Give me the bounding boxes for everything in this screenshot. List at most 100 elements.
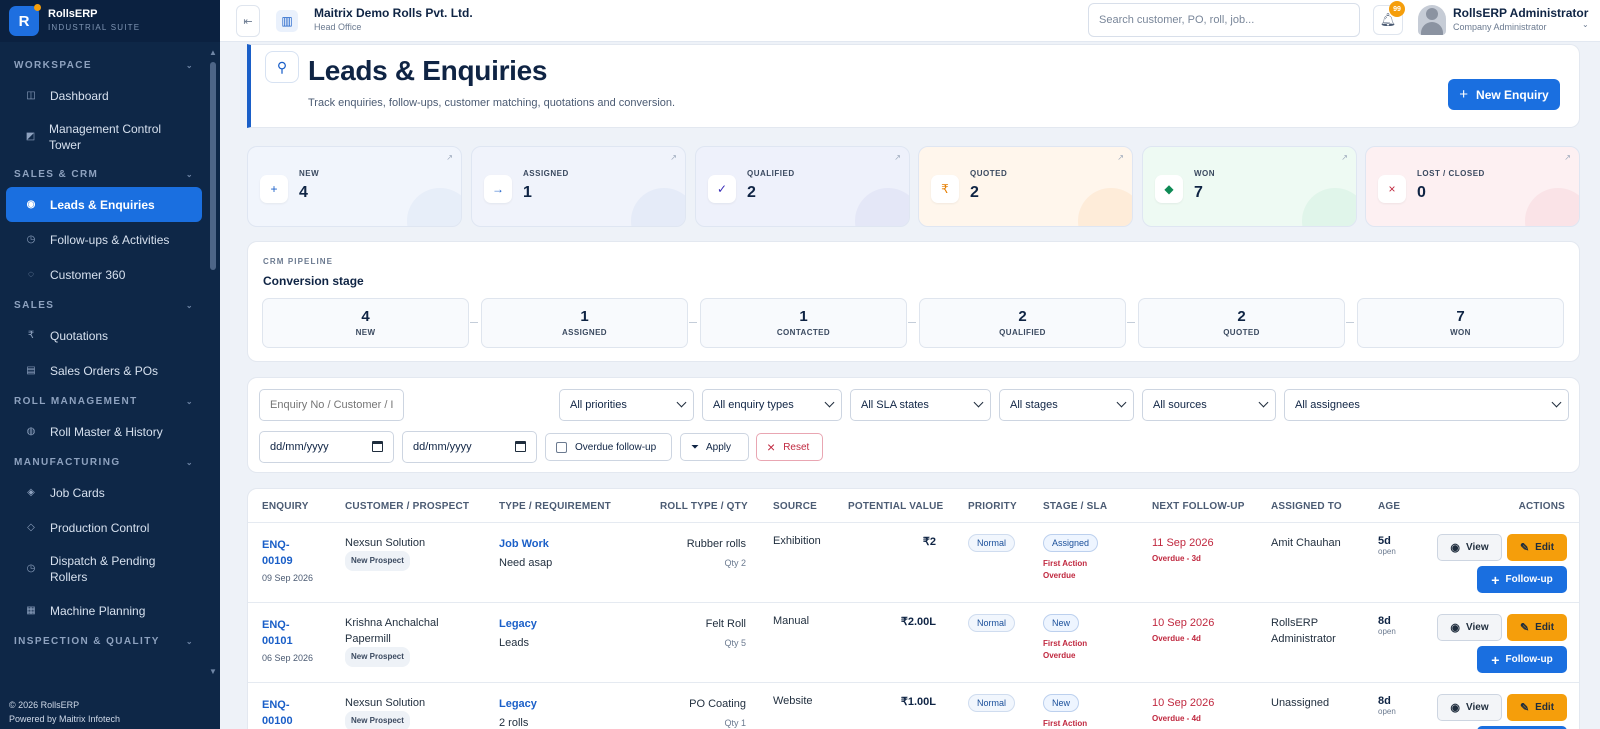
pipeline-stage-quoted[interactable]: 2 QUOTED bbox=[1138, 298, 1345, 348]
sidebar-item-leads-enquiries[interactable]: ◉ Leads & Enquiries bbox=[6, 187, 202, 222]
sidebar-section-sales-crm[interactable]: SALES & CRM ⌄ bbox=[0, 161, 208, 187]
sla-state-select[interactable]: All SLA states bbox=[850, 389, 991, 421]
stage-select[interactable]: All stages bbox=[999, 389, 1134, 421]
global-search-input[interactable] bbox=[1088, 3, 1360, 37]
copyright-text: © 2026 RollsERP bbox=[9, 700, 80, 710]
user-menu[interactable]: RollsERP Administrator Company Administr… bbox=[1453, 6, 1588, 34]
sidebar-item-customer-360[interactable]: ◌ Customer 360 bbox=[6, 257, 202, 292]
sidebar-item-production-control[interactable]: ◇ Production Control bbox=[6, 510, 202, 545]
source-select[interactable]: All sources bbox=[1142, 389, 1276, 421]
expand-icon[interactable]: ↗ bbox=[670, 153, 677, 162]
expand-icon[interactable]: ↗ bbox=[1564, 153, 1571, 162]
column-header-stage-sla[interactable]: STAGE / SLA bbox=[1043, 501, 1107, 512]
view-button[interactable]: ◉ View bbox=[1437, 534, 1502, 561]
column-header-actions[interactable]: ACTIONS bbox=[1519, 501, 1565, 512]
stat-card-new[interactable]: + NEW 4 ↗ bbox=[247, 146, 462, 227]
view-button[interactable]: ◉ View bbox=[1437, 694, 1502, 721]
sidebar-item-follow-ups[interactable]: ◷ Follow-ups & Activities bbox=[6, 222, 202, 257]
stat-card-quoted[interactable]: ₹ QUOTED 2 ↗ bbox=[918, 146, 1133, 227]
table-row[interactable]: ENQ- 00101 06 Sep 2026 Krishna Anchalchal… bbox=[248, 603, 1579, 683]
avatar[interactable] bbox=[1418, 5, 1446, 35]
sidebar-section-sales[interactable]: SALES ⌄ bbox=[0, 292, 208, 318]
table-row[interactable]: ENQ- 00100 Nexsun Solution New Prospect L… bbox=[248, 683, 1579, 729]
brand[interactable]: R RollsERP INDUSTRIAL SUITE bbox=[0, 0, 220, 42]
pipeline-stage-new[interactable]: 4 NEW bbox=[262, 298, 469, 348]
pipeline-stage-won[interactable]: 7 WON bbox=[1357, 298, 1564, 348]
sidebar-item-dashboard[interactable]: ◫ Dashboard bbox=[6, 78, 202, 113]
check-icon: ✓ bbox=[708, 175, 736, 203]
sidebar-item-machine-planning[interactable]: ▦ Machine Planning bbox=[6, 593, 202, 628]
enquiry-search-input[interactable] bbox=[259, 389, 404, 421]
sidebar-scrollbar[interactable]: ▲ ▼ bbox=[208, 48, 218, 676]
table-row[interactable]: ENQ- 00109 09 Sep 2026 Nexsun Solution Ne… bbox=[248, 523, 1579, 603]
sidebar-item-quotations[interactable]: ₹ Quotations bbox=[6, 318, 202, 353]
enquiry-type-select[interactable]: All enquiry types bbox=[702, 389, 842, 421]
sidebar-section-roll-management[interactable]: ROLL MANAGEMENT ⌄ bbox=[0, 388, 208, 414]
sidebar-item-management-control-tower[interactable]: ◩ Management Control Tower bbox=[6, 113, 202, 161]
new-enquiry-button[interactable]: + New Enquiry bbox=[1448, 79, 1560, 110]
stat-card-assigned[interactable]: → ASSIGNED 1 ↗ bbox=[471, 146, 686, 227]
column-header-assigned-to[interactable]: ASSIGNED TO bbox=[1271, 501, 1342, 512]
date-to-input[interactable]: dd/mm/yyyy bbox=[402, 431, 537, 463]
priority-select[interactable]: All priorities bbox=[559, 389, 694, 421]
customer-name[interactable]: Nexsun Solution bbox=[345, 695, 425, 711]
sidebar-item-sales-orders[interactable]: ▤ Sales Orders & POs bbox=[6, 353, 202, 388]
chevron-down-icon: ⌄ bbox=[185, 396, 194, 406]
collapse-sidebar-button[interactable]: ⇤ bbox=[236, 5, 260, 37]
column-header-enquiry[interactable]: ENQUIRY bbox=[262, 501, 309, 512]
column-header-next-follow-up[interactable]: NEXT FOLLOW-UP bbox=[1152, 501, 1245, 512]
sidebar-section-manufacturing[interactable]: MANUFACTURING ⌄ bbox=[0, 449, 208, 475]
sidebar-item-roll-master[interactable]: ◍ Roll Master & History bbox=[6, 414, 202, 449]
column-header-priority[interactable]: PRIORITY bbox=[968, 501, 1017, 512]
pipeline-stage-contacted[interactable]: 1 CONTACTED bbox=[700, 298, 907, 348]
reset-button[interactable]: × Reset bbox=[756, 433, 823, 461]
scrollbar-thumb[interactable] bbox=[210, 62, 216, 270]
edit-button[interactable]: ✎ Edit bbox=[1507, 614, 1567, 641]
close-icon: × bbox=[767, 439, 776, 455]
edit-button[interactable]: ✎ Edit bbox=[1507, 534, 1567, 561]
expand-icon[interactable]: ↗ bbox=[446, 153, 453, 162]
column-header-customer-prospect[interactable]: CUSTOMER / PROSPECT bbox=[345, 501, 469, 512]
sidebar-section-workspace[interactable]: WORKSPACE ⌄ bbox=[0, 52, 208, 78]
edit-button[interactable]: ✎ Edit bbox=[1507, 694, 1567, 721]
stat-card-lost-closed[interactable]: × LOST / CLOSED 0 ↗ bbox=[1365, 146, 1580, 227]
enquiry-number-link[interactable]: ENQ- 00101 bbox=[262, 617, 313, 649]
calendar-icon[interactable] bbox=[372, 441, 383, 452]
customer-name[interactable]: Krishna Anchalchal bbox=[345, 615, 439, 631]
sidebar-item-dispatch[interactable]: ◷ Dispatch & Pending Rollers bbox=[6, 545, 202, 593]
pipeline-stage-qualified[interactable]: 2 QUALIFIED bbox=[919, 298, 1126, 348]
expand-icon[interactable]: ↗ bbox=[1341, 153, 1348, 162]
follow-up-button[interactable]: +Follow-up bbox=[1477, 566, 1567, 593]
overdue-followup-checkbox[interactable]: Overdue follow-up bbox=[545, 433, 672, 461]
customer-name[interactable]: Nexsun Solution bbox=[345, 535, 425, 551]
view-button[interactable]: ◉ View bbox=[1437, 614, 1502, 641]
pipeline-title: Conversion stage bbox=[263, 274, 364, 288]
assignee-select[interactable]: All assignees bbox=[1284, 389, 1569, 421]
company-switcher[interactable]: Maitrix Demo Rolls Pvt. Ltd. Head Office bbox=[314, 6, 473, 34]
calendar-icon[interactable] bbox=[515, 441, 526, 452]
enquiry-number-link[interactable]: ENQ- 00109 bbox=[262, 537, 313, 569]
column-header-roll-type-qty[interactable]: ROLL TYPE / QTY bbox=[660, 501, 748, 512]
potential-value: ₹1.00L bbox=[900, 696, 936, 708]
enquiry-type: Job Work bbox=[499, 538, 549, 550]
stat-card-qualified[interactable]: ✓ QUALIFIED 2 ↗ bbox=[695, 146, 910, 227]
enquiry-number-link[interactable]: ENQ- 00100 bbox=[262, 697, 293, 729]
stat-card-won[interactable]: ◆ WON 7 ↗ bbox=[1142, 146, 1357, 227]
date-from-input[interactable]: dd/mm/yyyy bbox=[259, 431, 394, 463]
followup-date: 11 Sep 2026 bbox=[1152, 537, 1214, 549]
chevron-down-icon[interactable]: ⌄ bbox=[1582, 20, 1589, 29]
column-header-age[interactable]: AGE bbox=[1378, 501, 1400, 512]
pipeline-stage-assigned[interactable]: 1 ASSIGNED bbox=[481, 298, 688, 348]
apply-button[interactable]: ⏷ Apply bbox=[680, 433, 749, 461]
column-header-type-requirement[interactable]: TYPE / REQUIREMENT bbox=[499, 501, 611, 512]
truck-icon: ◷ bbox=[26, 563, 36, 574]
expand-icon[interactable]: ↗ bbox=[1117, 153, 1124, 162]
column-header-potential-value[interactable]: POTENTIAL VALUE bbox=[848, 501, 943, 512]
follow-up-button[interactable]: +Follow-up bbox=[1477, 646, 1567, 673]
column-header-source[interactable]: SOURCE bbox=[773, 501, 817, 512]
expand-icon[interactable]: ↗ bbox=[894, 153, 901, 162]
scroll-up-icon[interactable]: ▲ bbox=[208, 48, 218, 58]
sidebar-section-inspection[interactable]: INSPECTION & QUALITY ⌄ bbox=[0, 628, 208, 654]
sidebar-item-job-cards[interactable]: ◈ Job Cards bbox=[6, 475, 202, 510]
scroll-down-icon[interactable]: ▼ bbox=[208, 667, 218, 676]
